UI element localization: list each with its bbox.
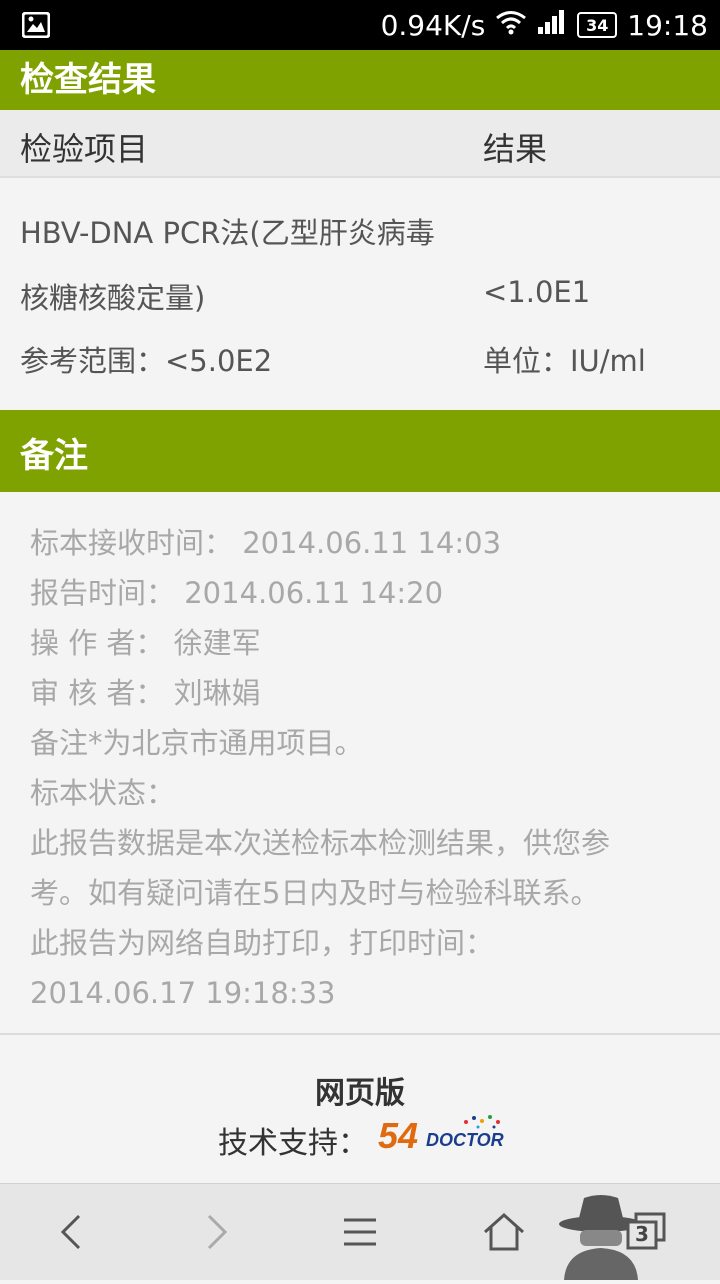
remark-operator: 操 作 者： 徐建军 bbox=[30, 626, 261, 660]
remark-receive-time: 标本接收时间： 2014.06.11 14:03 bbox=[30, 526, 502, 560]
results-section-title: 检查结果 bbox=[20, 60, 156, 100]
54doctor-logo[interactable]: 5 4 DOCTOR bbox=[378, 1112, 508, 1156]
test-name-line1: HBV-DNA PCR法(乙型肝炎病毒 bbox=[20, 216, 435, 250]
tech-support-label: 技术支持： bbox=[218, 1126, 368, 1161]
svg-text:DOCTOR: DOCTOR bbox=[426, 1130, 504, 1150]
results-table-header: 检验项目 结果 bbox=[0, 110, 720, 178]
network-speed: 0.94K/s bbox=[380, 8, 486, 42]
back-icon bbox=[60, 1214, 81, 1250]
remark-disclaimer-line2: 考。如有疑问请在5日内及时与检验科联系。 bbox=[30, 876, 600, 910]
footer-divider bbox=[0, 1033, 720, 1035]
remark-report-time: 报告时间： 2014.06.11 14:20 bbox=[30, 576, 444, 610]
remarks-section-title: 备注 bbox=[20, 436, 88, 476]
status-bar: 0.94K/s 34 19:18 bbox=[0, 0, 720, 50]
remarks-section-header: 备注 bbox=[0, 410, 720, 492]
gallery-icon bbox=[21, 11, 51, 42]
web-version-link[interactable]: 网页版 bbox=[0, 1068, 720, 1112]
result-value: <1.0E1 bbox=[483, 275, 591, 309]
remark-sample-status: 标本状态： bbox=[30, 776, 176, 810]
battery-level: 34 bbox=[586, 15, 609, 35]
remark-print-time: 2014.06.17 19:18:33 bbox=[30, 976, 336, 1010]
battery-icon: 34 bbox=[577, 12, 618, 38]
back-button[interactable] bbox=[42, 1202, 102, 1262]
test-name-line2: 核糖核酸定量) bbox=[20, 281, 206, 315]
column-header-item: 检验项目 bbox=[20, 130, 149, 168]
signal-icon bbox=[537, 9, 567, 42]
reference-range: 参考范围：<5.0E2 bbox=[20, 344, 273, 378]
column-header-result: 结果 bbox=[483, 130, 548, 168]
remark-reviewer: 审 核 者： 刘琳娟 bbox=[30, 676, 261, 710]
remark-print-note: 此报告为网络自助打印，打印时间： bbox=[30, 926, 495, 960]
clock: 19:18 bbox=[627, 8, 708, 42]
browser-nav-bar: 3 bbox=[0, 1183, 720, 1280]
remarks-list: 标本接收时间： 2014.06.11 14:03 报告时间： 2014.06.1… bbox=[30, 518, 690, 1018]
menu-icon bbox=[344, 1218, 376, 1246]
svg-text:5: 5 bbox=[378, 1115, 399, 1156]
unit: 单位：IU/ml bbox=[483, 344, 646, 378]
home-icon bbox=[483, 1212, 525, 1251]
forward-button[interactable] bbox=[186, 1202, 246, 1262]
tab-count: 3 bbox=[635, 1222, 649, 1246]
remark-note: 备注*为北京市通用项目。 bbox=[30, 726, 364, 760]
wifi-icon bbox=[495, 9, 527, 42]
home-button[interactable] bbox=[474, 1202, 534, 1262]
remark-disclaimer-line1: 此报告数据是本次送检标本检测结果，供您参 bbox=[30, 826, 611, 860]
svg-text:4: 4 bbox=[397, 1115, 418, 1156]
forward-icon bbox=[207, 1214, 228, 1250]
results-section-header: 检查结果 bbox=[0, 50, 720, 110]
menu-button[interactable] bbox=[330, 1202, 390, 1262]
tabs-button[interactable]: 3 bbox=[616, 1202, 676, 1262]
